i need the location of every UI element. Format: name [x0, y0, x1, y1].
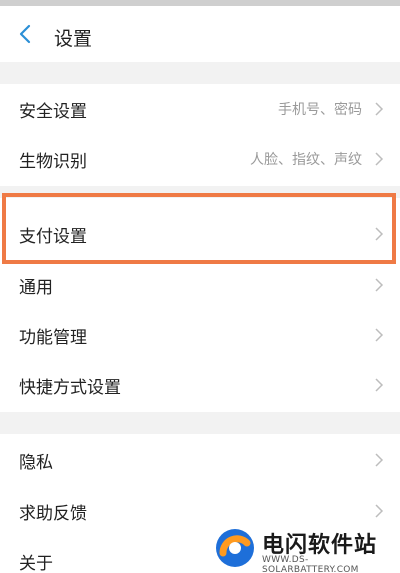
section-divider: [0, 412, 400, 434]
settings-row-biometrics[interactable]: 生物识别 人脸、指纹、声纹: [0, 134, 400, 184]
chevron-right-icon: [375, 453, 384, 467]
row-label: 关于: [19, 553, 53, 573]
settings-row-payment[interactable]: 支付设置: [0, 209, 400, 259]
chevron-right-icon: [375, 378, 384, 392]
row-label: 功能管理: [19, 327, 87, 348]
row-label: 隐私: [19, 452, 53, 473]
watermark: 电闪软件站 WWW.DS-SOLARBATTERY.COM: [200, 525, 400, 573]
row-label: 求助反馈: [19, 503, 87, 524]
page-title: 设置: [54, 28, 93, 50]
chevron-right-icon: [375, 328, 384, 342]
row-label: 安全设置: [19, 101, 87, 122]
row-label: 生物识别: [19, 151, 87, 172]
row-value: 人脸、指纹、声纹: [250, 152, 362, 168]
section-divider: [0, 186, 400, 198]
row-label: 通用: [19, 277, 53, 298]
section-divider: [0, 62, 400, 84]
row-label: 快捷方式设置: [19, 377, 121, 398]
page-header: 设置: [0, 6, 400, 62]
chevron-right-icon: [375, 102, 384, 116]
chevron-right-icon: [375, 504, 384, 518]
settings-row-security[interactable]: 安全设置 手机号、密码: [0, 84, 400, 134]
settings-row-feature-management[interactable]: 功能管理: [0, 310, 400, 360]
chevron-right-icon: [375, 227, 384, 241]
row-value: 手机号、密码: [278, 102, 362, 118]
lightning-logo-icon: [216, 529, 254, 567]
back-arrow-icon[interactable]: [14, 22, 38, 46]
settings-row-shortcuts[interactable]: 快捷方式设置: [0, 360, 400, 410]
row-label: 支付设置: [19, 226, 87, 247]
chevron-right-icon: [375, 278, 384, 292]
watermark-url: WWW.DS-SOLARBATTERY.COM: [262, 555, 359, 573]
settings-row-privacy[interactable]: 隐私: [0, 435, 400, 485]
chevron-right-icon: [375, 152, 384, 166]
settings-row-general[interactable]: 通用: [0, 260, 400, 310]
